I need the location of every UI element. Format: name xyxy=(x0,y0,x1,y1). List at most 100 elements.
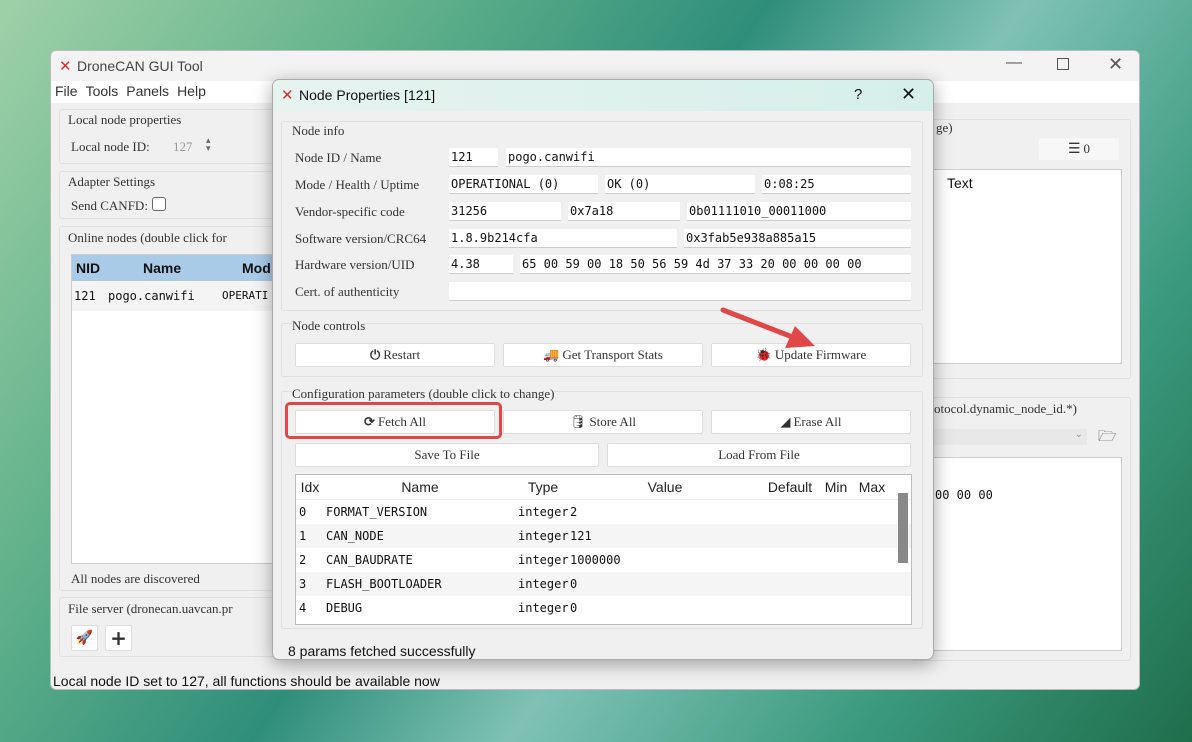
table-row[interactable]: 1 CAN_NODE integer 121 xyxy=(296,524,911,548)
node-id: 121 xyxy=(74,289,96,303)
param-name: FLASH_BOOTLOADER xyxy=(326,577,442,591)
certificate-field[interactable] xyxy=(449,282,911,301)
add-button[interactable]: + xyxy=(105,625,132,651)
column-header[interactable]: Default xyxy=(760,479,820,495)
param-name: FORMAT_VERSION xyxy=(326,505,428,519)
software-version-field[interactable]: 1.8.9b214cfa xyxy=(449,229,677,248)
maximize-button[interactable] xyxy=(1057,58,1069,70)
menu-file[interactable]: File xyxy=(55,83,78,99)
param-idx: 4 xyxy=(299,601,307,615)
erase-all-button[interactable]: ◢ Erase All xyxy=(711,410,911,434)
column-header[interactable]: Idx xyxy=(296,479,324,495)
allocation-text-area[interactable]: 00 00 00 xyxy=(912,457,1122,651)
column-header[interactable]: NID xyxy=(76,260,100,276)
vendor-code-hex-field[interactable]: 0x7a18 xyxy=(568,202,680,221)
params-table[interactable]: Idx Name Type Value Default Min Max 0 FOR… xyxy=(295,474,912,625)
table-row[interactable]: 0 FORMAT_VERSION integer 2 xyxy=(296,500,911,524)
button-label: Get Transport Stats xyxy=(562,347,663,362)
file-server-group: File server (dronecan.uavcan.pr 🚀 + xyxy=(59,597,279,657)
param-type: integer xyxy=(518,505,569,519)
truck-icon: 🚚 xyxy=(543,347,560,362)
table-row[interactable]: 121 pogo.canwifi OPERATI xyxy=(72,281,285,311)
menu-tools[interactable]: Tools xyxy=(86,83,119,99)
node-properties-dialog: ✕ Node Properties [121] ? ✕ Node info No… xyxy=(272,79,934,660)
node-name-field[interactable]: pogo.canwifi xyxy=(506,148,911,167)
dialog-close-button[interactable]: ✕ xyxy=(901,84,916,105)
field-label: Vendor-specific code xyxy=(295,204,405,219)
button-label: Load From File xyxy=(718,447,800,462)
vendor-code-bin-field[interactable]: 0b01111010_00011000 xyxy=(687,202,911,221)
param-value: 121 xyxy=(570,529,592,543)
load-from-file-button[interactable]: Load From File xyxy=(607,443,911,467)
column-header[interactable]: Max xyxy=(852,479,892,495)
param-type: integer xyxy=(518,553,569,567)
uid-field[interactable]: 65 00 59 00 18 50 56 59 4d 37 33 20 00 0… xyxy=(520,255,911,274)
field-label: Software version/CRC64 xyxy=(295,231,427,246)
group-label: otocol.dynamic_node_id.*) xyxy=(934,401,1077,416)
menu-panels[interactable]: Panels xyxy=(126,83,169,99)
group-label: Node controls xyxy=(292,318,366,334)
param-name: CAN_NODE xyxy=(326,529,384,543)
online-nodes-group: Online nodes (double click for NID Name … xyxy=(59,226,286,591)
column-header[interactable]: Value xyxy=(570,479,760,495)
param-value: 0 xyxy=(570,601,578,615)
health-field[interactable]: OK (0) xyxy=(605,175,755,194)
count-label: 0 xyxy=(1083,141,1091,156)
node-id-field[interactable]: 121 xyxy=(449,148,498,167)
scrollbar-thumb[interactable] xyxy=(898,493,908,563)
message-count-button[interactable]: ☰ 0 xyxy=(1039,138,1119,160)
button-label: Store All xyxy=(589,414,637,429)
table-row[interactable]: 3 FLASH_BOOTLOADER integer 0 xyxy=(296,572,911,596)
group-label: ge) xyxy=(936,120,953,135)
dynamic-node-combo[interactable]: ⌄ xyxy=(912,429,1087,445)
dialog-title: Node Properties [121] xyxy=(299,87,436,103)
column-header[interactable]: Name xyxy=(143,260,181,276)
menu-help[interactable]: Help xyxy=(177,83,206,99)
hardware-version-field[interactable]: 4.38 xyxy=(449,255,513,274)
column-header[interactable]: Mod xyxy=(242,260,271,276)
uptime-field[interactable]: 0:08:25 xyxy=(762,175,911,194)
store-all-button[interactable]: 🛢 Store All xyxy=(503,410,703,434)
online-nodes-table[interactable]: NID Name Mod 121 pogo.canwifi OPERATI xyxy=(71,254,286,564)
vendor-code-dec-field[interactable]: 31256 xyxy=(449,202,561,221)
local-node-id-spinbox[interactable]: 127 xyxy=(173,139,193,155)
table-row[interactable]: 4 DEBUG integer 0 xyxy=(296,596,911,620)
power-icon: ⏻ xyxy=(369,347,381,362)
mode-field[interactable]: OPERATIONAL (0) xyxy=(449,175,598,194)
button-label: Restart xyxy=(383,347,421,362)
column-header[interactable]: Name xyxy=(324,479,516,495)
help-button[interactable]: ? xyxy=(854,86,862,103)
save-to-file-button[interactable]: Save To File xyxy=(295,443,599,467)
crc64-field[interactable]: 0x3fab5e938a885a15 xyxy=(684,229,911,248)
get-transport-stats-button[interactable]: 🚚 Get Transport Stats xyxy=(503,343,703,367)
group-label: Node info xyxy=(292,123,345,138)
field-label: Node ID / Name xyxy=(295,150,382,165)
column-header[interactable]: Type xyxy=(516,479,570,495)
close-button[interactable]: ✕ xyxy=(1108,54,1123,75)
dialog-status: 8 params fetched successfully xyxy=(288,643,476,659)
column-header[interactable]: Min xyxy=(820,479,852,495)
minimize-button[interactable]: — xyxy=(1006,54,1022,72)
log-text-area[interactable]: Text xyxy=(912,169,1122,364)
table-header: NID Name Mod xyxy=(72,255,285,281)
spinbox-arrows-icon[interactable]: ▴ ▾ xyxy=(206,136,211,153)
send-canfd-label: Send CANFD: xyxy=(71,198,148,213)
local-node-id-label: Local node ID: xyxy=(71,139,150,154)
button-label: Erase All xyxy=(793,414,842,429)
restart-button[interactable]: ⏻ Restart xyxy=(295,343,495,367)
group-label: Local node properties xyxy=(68,112,182,127)
send-canfd-checkbox[interactable] xyxy=(152,197,166,211)
table-row[interactable]: 2 CAN_BAUDRATE integer 1000000 xyxy=(296,548,911,572)
param-name: CAN_BAUDRATE xyxy=(326,553,413,567)
plus-icon: + xyxy=(110,626,127,650)
param-idx: 3 xyxy=(299,577,307,591)
button-label: Save To File xyxy=(414,447,480,462)
open-folder-button[interactable]: 🗁 xyxy=(1098,426,1117,451)
table-header: Idx Name Type Value Default Min Max xyxy=(296,475,911,500)
main-status-bar: Local node ID set to 127, all functions … xyxy=(53,673,440,689)
adapter-settings-group: Adapter Settings Send CANFD: xyxy=(59,171,279,219)
param-idx: 2 xyxy=(299,553,307,567)
rocket-icon: 🚀 xyxy=(75,630,94,646)
app-title: DroneCAN GUI Tool xyxy=(77,58,203,74)
rocket-button[interactable]: 🚀 xyxy=(71,625,98,651)
